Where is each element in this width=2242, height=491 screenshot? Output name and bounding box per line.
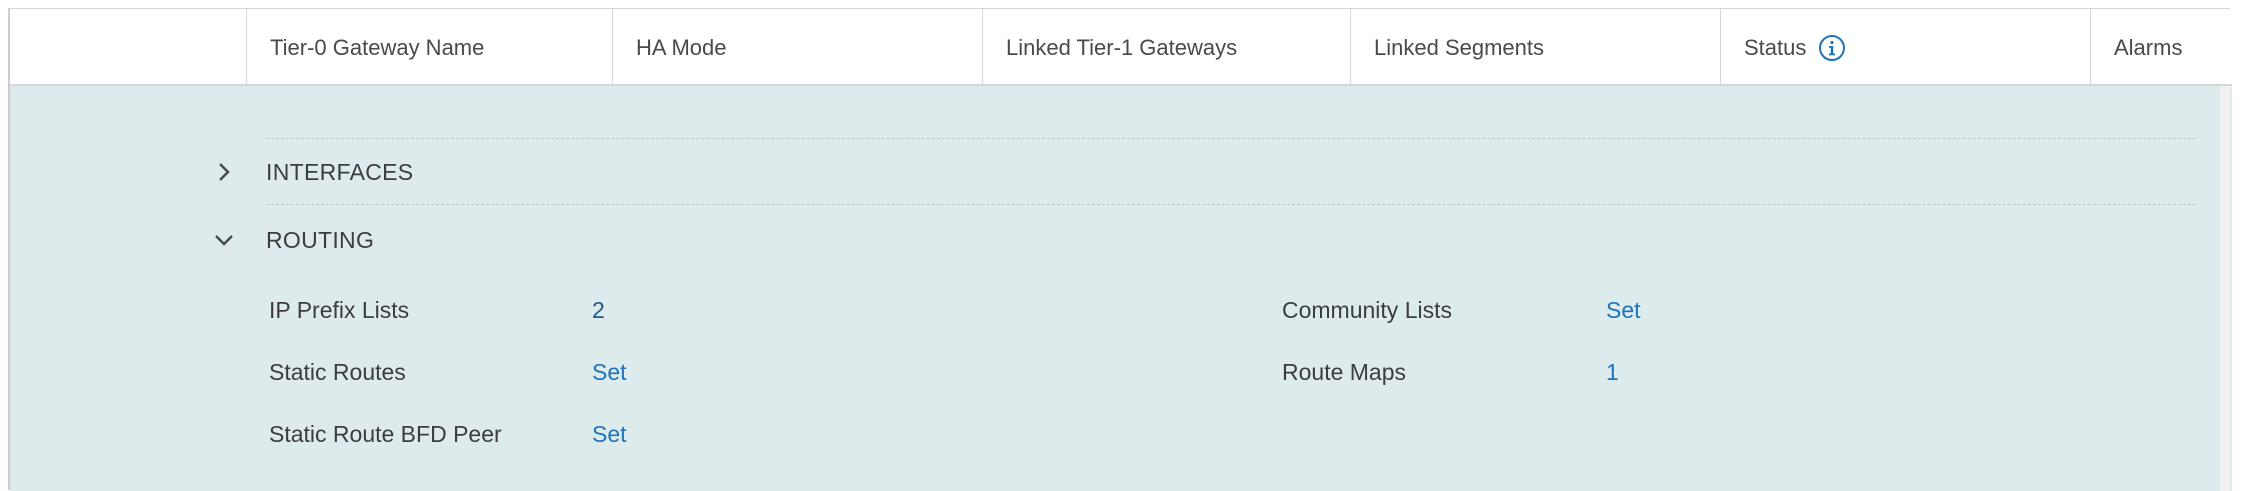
tier0-gateways-table: Tier-0 Gateway Name HA Mode Linked Tier-… — [8, 8, 2232, 491]
section-title-interfaces: INTERFACES — [266, 158, 414, 185]
column-header-linked-tier1-gateways[interactable]: Linked Tier-1 Gateways — [982, 9, 1350, 86]
vertical-scrollbar[interactable] — [2220, 86, 2230, 491]
section-routing[interactable]: ROUTING — [210, 226, 374, 254]
expand-column-header — [10, 9, 246, 86]
column-header-label: Alarms — [2114, 34, 2183, 60]
ip-prefix-lists-label: IP Prefix Lists — [269, 297, 410, 323]
column-header-label: Linked Tier-1 Gateways — [1006, 34, 1238, 60]
divider — [266, 204, 2196, 205]
column-header-label: HA Mode — [636, 34, 727, 60]
section-interfaces[interactable]: INTERFACES — [210, 158, 413, 186]
chevron-right-icon[interactable] — [210, 158, 238, 186]
divider — [266, 138, 2196, 139]
column-header-status[interactable]: Status — [1720, 9, 2090, 86]
column-header-alarms[interactable]: Alarms — [2090, 9, 2232, 86]
ip-prefix-lists-link[interactable]: 2 — [592, 297, 605, 324]
chevron-down-icon[interactable] — [210, 226, 238, 254]
column-header-label: Linked Segments — [1374, 34, 1544, 60]
column-header-label: Tier-0 Gateway Name — [270, 34, 485, 60]
column-header-label: Status — [1744, 34, 1807, 60]
column-header-linked-segments[interactable]: Linked Segments — [1350, 9, 1720, 86]
static-route-bfd-peer-label: Static Route BFD Peer — [269, 421, 502, 447]
static-routes-label: Static Routes — [269, 359, 406, 385]
static-route-bfd-peer-set-link[interactable]: Set — [592, 421, 627, 448]
route-maps-link[interactable]: 1 — [1606, 359, 1619, 386]
column-header-tier0-gateway-name[interactable]: Tier-0 Gateway Name — [246, 9, 612, 86]
table-header: Tier-0 Gateway Name HA Mode Linked Tier-… — [10, 9, 2232, 86]
static-routes-set-link[interactable]: Set — [592, 359, 627, 386]
community-lists-label: Community Lists — [1282, 297, 1452, 323]
section-title-routing: ROUTING — [266, 226, 375, 253]
route-maps-label: Route Maps — [1282, 359, 1407, 385]
column-header-ha-mode[interactable]: HA Mode — [612, 9, 982, 86]
community-lists-set-link[interactable]: Set — [1606, 297, 1641, 324]
expanded-row-detail: INTERFACES ROUTING IP Prefix Lists 2 Sta… — [10, 86, 2232, 491]
info-circle-icon[interactable] — [1818, 34, 1846, 62]
